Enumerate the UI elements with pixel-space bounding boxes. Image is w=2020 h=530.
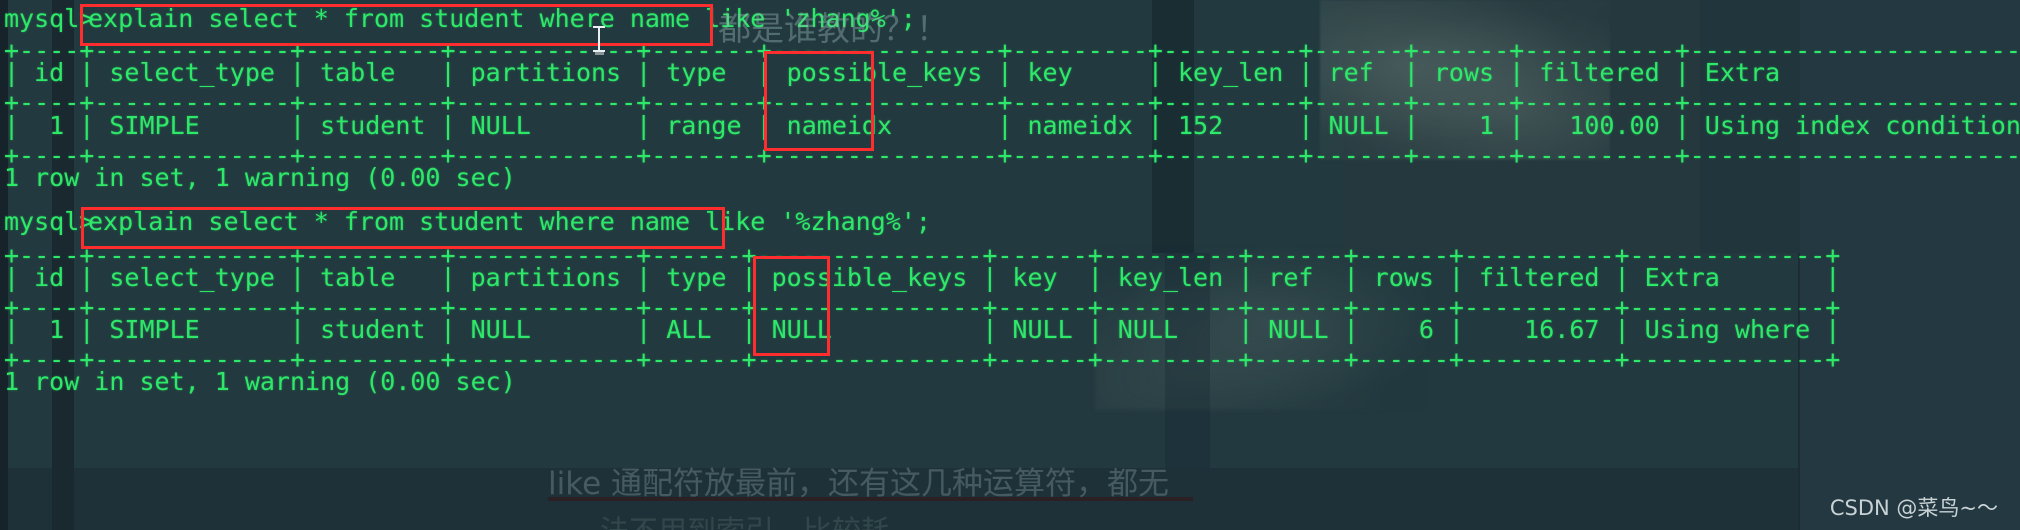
overlay-note-bottom-second: 法不用到索引，比较耗 (600, 508, 890, 530)
status-line-1: 1 row in set, 1 warning (0.00 sec) (4, 163, 516, 192)
annotation-underline (548, 497, 1193, 501)
terminal-panel-footer (8, 468, 1798, 530)
csdn-watermark: CSDN @菜鸟~～ (1829, 496, 1998, 520)
table-2-data-row: | 1 | SIMPLE | student | NULL | ALL | NU… (4, 315, 1841, 344)
command-input-2[interactable]: explain select * from student where name… (88, 209, 931, 235)
overlay-note-bottom: like 通配符放最前，还有这几种运算符，都无 (548, 466, 1169, 502)
table-2-header-row: | id | select_type | table | partitions … (4, 263, 1841, 292)
command-input-1[interactable]: explain select * from student where name… (88, 6, 916, 32)
screenshot-root: mysql> explain select * from student whe… (0, 0, 2020, 530)
table-1-data-row: | 1 | SIMPLE | student | NULL | range | … (4, 111, 2020, 140)
table-1-header-row: | id | select_type | table | partitions … (4, 58, 2020, 87)
status-line-2: 1 row in set, 1 warning (0.00 sec) (4, 367, 516, 396)
